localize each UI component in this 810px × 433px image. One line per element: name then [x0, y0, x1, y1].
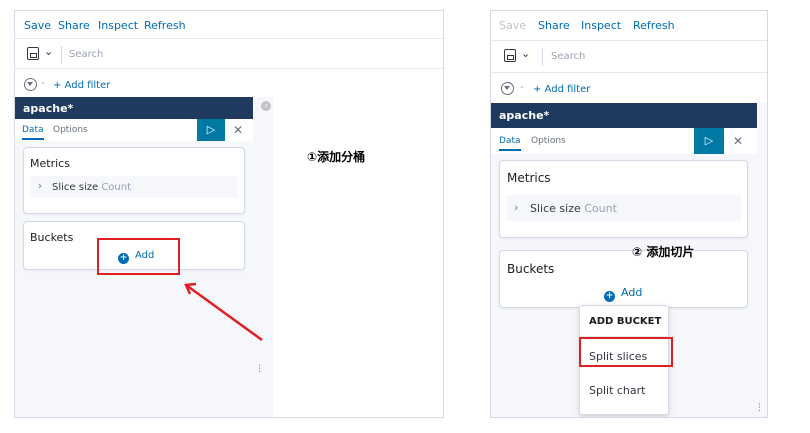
- close-icon: ✕: [732, 134, 744, 148]
- tab-data[interactable]: Data: [499, 136, 521, 151]
- popover-title: ADD BUCKET: [589, 316, 662, 327]
- agg-label: Slice size: [530, 202, 581, 215]
- buckets-title: Buckets: [507, 262, 555, 276]
- metrics-title: Metrics: [507, 171, 551, 185]
- annotation-add-slices: ② 添加切片: [632, 245, 695, 259]
- filter-bar: - + Add filter: [491, 73, 767, 103]
- saved-query-button[interactable]: ⌄: [501, 47, 543, 66]
- metrics-panel: Metrics › Slice size Count: [499, 160, 748, 238]
- sidebar-tabs: Data Options ▷ ✕: [491, 128, 757, 154]
- chevron-down-icon: ⌄: [521, 47, 531, 60]
- resize-handle-icon[interactable]: ⋮: [755, 403, 764, 413]
- tab-options[interactable]: Options: [531, 136, 566, 146]
- save-query-icon: [504, 49, 516, 62]
- add-bucket-button[interactable]: + Add: [604, 286, 642, 302]
- inspect-link[interactable]: Inspect: [581, 19, 621, 32]
- buckets-panel: Buckets + Add: [499, 250, 748, 308]
- play-icon: ▷: [704, 134, 714, 147]
- save-link[interactable]: Save: [499, 19, 526, 32]
- index-pattern-title: apache*: [491, 103, 757, 128]
- plus-circle-icon: +: [604, 291, 615, 302]
- refresh-link[interactable]: Refresh: [633, 19, 675, 32]
- arrow-left: [184, 282, 263, 342]
- add-filter-link[interactable]: + Add filter: [533, 84, 590, 95]
- metric-aggregation-label: Slice size Count: [530, 202, 617, 215]
- metric-aggregation-row[interactable]: › Slice size Count: [506, 195, 741, 221]
- add-label: Add: [621, 286, 643, 299]
- filter-icon[interactable]: [501, 82, 514, 95]
- agg-value: Count: [584, 202, 617, 215]
- filter-separator: -: [520, 82, 524, 93]
- top-nav: Save Share Inspect Refresh: [491, 11, 767, 41]
- highlight-split-slices-box: [579, 337, 673, 367]
- split-chart-option[interactable]: Split chart: [589, 384, 645, 397]
- chevron-right-icon: ›: [514, 201, 519, 214]
- search-input[interactable]: Search: [551, 51, 585, 62]
- apply-changes-button[interactable]: ▷: [694, 128, 724, 154]
- share-link[interactable]: Share: [538, 19, 570, 32]
- discard-button[interactable]: ✕: [727, 128, 749, 154]
- search-bar: ⌄ Search: [491, 41, 767, 73]
